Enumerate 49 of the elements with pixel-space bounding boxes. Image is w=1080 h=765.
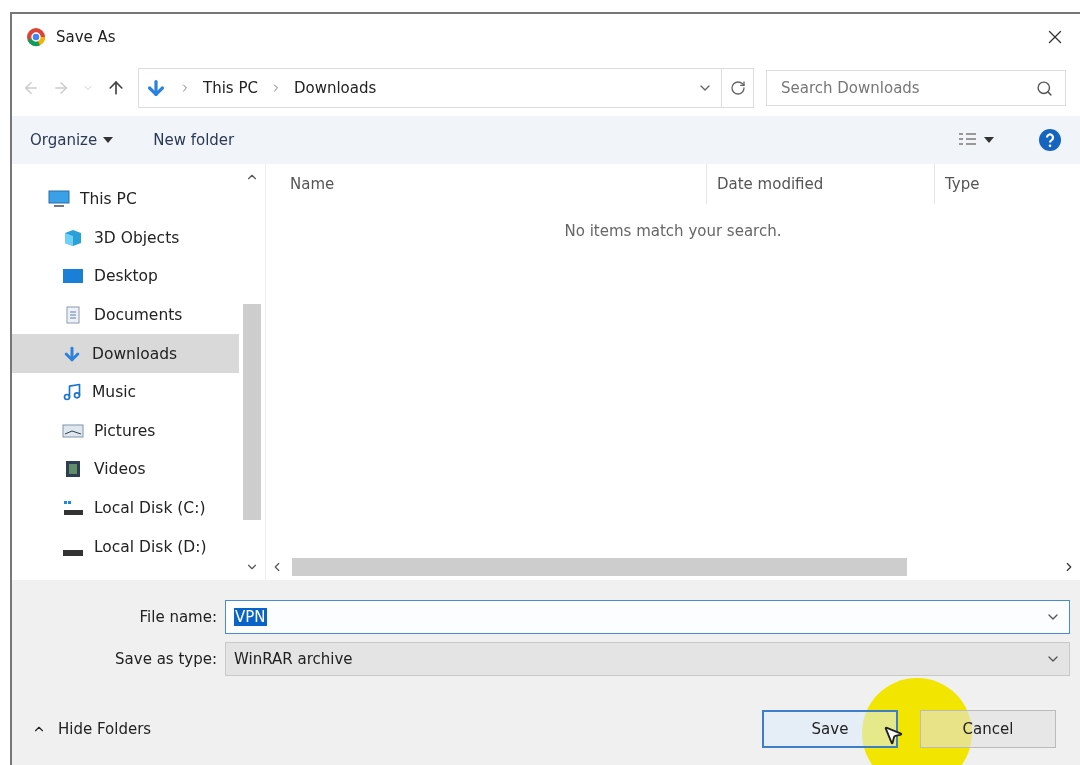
sidebar-item[interactable]: This PC xyxy=(12,180,239,219)
download-arrow-icon xyxy=(145,77,167,99)
desktop-icon xyxy=(62,267,84,286)
column-header[interactable]: Date modified xyxy=(706,164,934,204)
search-field[interactable]: Search Downloads xyxy=(766,70,1066,106)
help-button[interactable] xyxy=(1038,128,1062,152)
refresh-icon xyxy=(729,80,746,96)
forward-button[interactable] xyxy=(52,79,70,97)
sidebar-item[interactable]: Downloads xyxy=(12,334,239,373)
back-button[interactable] xyxy=(22,79,40,97)
field-label: Save as type: xyxy=(114,650,218,668)
search-input[interactable]: Search Downloads xyxy=(779,78,1036,98)
sidebar-item[interactable]: 3D Objects xyxy=(12,218,239,258)
music-note-icon xyxy=(62,382,82,403)
picture-icon xyxy=(62,421,84,440)
save-button[interactable]: Save xyxy=(762,710,898,748)
file-type-dropdown[interactable]: WinRAR archive xyxy=(225,642,1070,676)
window-title: Save As xyxy=(56,28,117,46)
caret-icon xyxy=(984,137,994,143)
column-header[interactable]: Name xyxy=(266,164,706,204)
list-view-icon xyxy=(958,132,978,148)
caret-icon xyxy=(103,137,114,143)
empty-message: No items match your search. xyxy=(563,221,783,242)
sidebar-item[interactable]: Desktop xyxy=(12,257,239,296)
column-header[interactable]: Type xyxy=(934,164,1074,204)
sidebar-item[interactable]: Videos xyxy=(12,450,239,489)
app-logo-icon xyxy=(26,27,46,47)
new-folder-button[interactable]: New folder xyxy=(153,131,235,149)
disk-drive-icon xyxy=(62,549,84,556)
sidebar-item[interactable]: Pictures xyxy=(12,411,239,451)
organize-menu[interactable]: Organize xyxy=(30,131,114,149)
address-bar[interactable]: This PC Downloads xyxy=(138,68,754,108)
mouse-pointer-icon xyxy=(882,724,904,746)
cancel-button[interactable]: Cancel xyxy=(920,710,1056,748)
sidebar-item[interactable]: Music xyxy=(12,372,239,412)
field-label: File name: xyxy=(138,608,218,626)
breadcrumb[interactable]: This PC xyxy=(203,79,258,97)
search-icon xyxy=(1036,79,1053,97)
monitor-icon xyxy=(48,190,70,209)
disk-drive-icon xyxy=(62,499,84,518)
cube-icon xyxy=(62,228,84,247)
sidebar-item[interactable]: Local Disk (D:) xyxy=(12,527,239,566)
breadcrumb[interactable]: Downloads xyxy=(293,79,377,97)
sidebar-item[interactable]: Local Disk (C:) xyxy=(12,488,239,528)
file-name-field[interactable]: VPN xyxy=(225,600,1070,634)
sidebar-item[interactable]: Documents xyxy=(12,295,239,335)
hide-folders-button[interactable]: Hide Folders xyxy=(32,720,152,738)
help-icon xyxy=(1038,128,1062,152)
view-options-button[interactable] xyxy=(958,132,994,148)
